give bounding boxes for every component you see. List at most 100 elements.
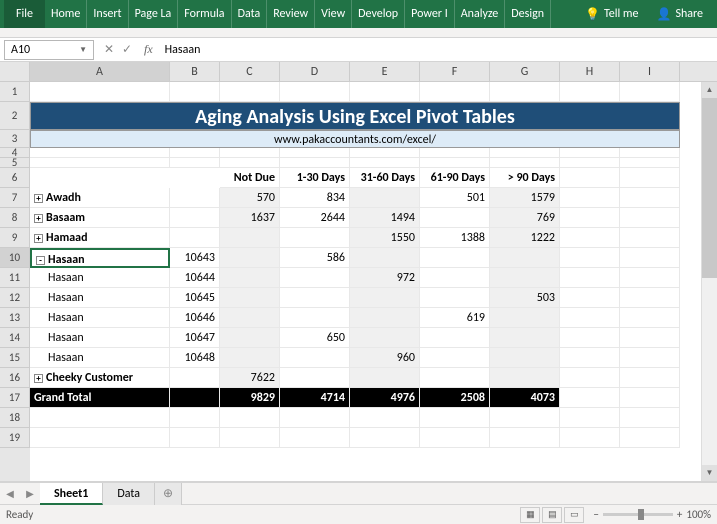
pivot-cell[interactable]: 2644 [280,208,350,228]
empty-cell[interactable] [490,148,560,158]
pivot-cell[interactable] [220,288,280,308]
pivot-cell[interactable] [490,368,560,388]
expand-icon[interactable]: + [34,374,43,383]
empty-cell[interactable] [280,148,350,158]
sheet-tab-sheet1[interactable]: Sheet1 [40,483,103,505]
sheet-nav-next-icon[interactable]: ▶ [20,487,40,500]
view-pagelayout-icon[interactable]: ▤ [542,507,562,523]
sheet-nav-prev-icon[interactable]: ◀ [0,487,20,500]
pivot-cell[interactable] [420,368,490,388]
empty-cell[interactable] [620,82,680,102]
pivot-cell[interactable]: 10643 [170,248,220,268]
zoom-slider[interactable] [603,513,673,516]
empty-cell[interactable] [560,388,620,408]
ribbon-tab-power[interactable]: Power I [405,0,455,28]
pivot-cell[interactable]: 1637 [220,208,280,228]
row-header-6[interactable]: 6 [0,168,30,188]
col-header-E[interactable]: E [350,62,420,81]
empty-cell[interactable] [420,158,490,168]
pivot-cell[interactable] [280,348,350,368]
pivot-row-label[interactable]: Hasaan [30,308,170,328]
share-button[interactable]: 👤 Share [646,7,713,22]
fx-icon[interactable]: fx [144,42,153,57]
pivot-cell[interactable] [420,248,490,268]
col-header-A[interactable]: A [30,62,170,81]
pivot-cell[interactable] [170,208,220,228]
col-header-C[interactable]: C [220,62,280,81]
expand-icon[interactable]: + [34,214,43,223]
pivot-cell[interactable] [490,348,560,368]
empty-cell[interactable] [620,348,680,368]
empty-cell[interactable] [220,408,280,428]
empty-cell[interactable] [170,148,220,158]
pivot-cell[interactable] [490,248,560,268]
view-normal-icon[interactable]: ▦ [520,507,540,523]
row-header-12[interactable]: 12 [0,288,30,308]
row-header-17[interactable]: 17 [0,388,30,408]
empty-cell[interactable] [620,288,680,308]
pivot-cell[interactable]: 1550 [350,228,420,248]
empty-cell[interactable] [620,408,680,428]
ribbon-tab-insert[interactable]: Insert [87,0,128,28]
expand-icon[interactable]: + [34,234,43,243]
empty-cell[interactable] [490,408,560,428]
empty-cell[interactable] [490,428,560,448]
ribbon-tab-view[interactable]: View [315,0,352,28]
cells-area[interactable]: Aging Analysis Using Excel Pivot Tablesw… [30,82,717,482]
empty-cell[interactable] [560,82,620,102]
col-header-F[interactable]: F [420,62,490,81]
vertical-scrollbar[interactable]: ▲ ▼ [701,82,717,481]
pivot-cell[interactable] [170,368,220,388]
empty-cell[interactable] [620,148,680,158]
chevron-down-icon[interactable]: ▼ [79,45,87,55]
pivot-cell[interactable]: 972 [350,268,420,288]
pivot-cell[interactable] [420,328,490,348]
sheet-tab-data[interactable]: Data [103,483,155,505]
empty-cell[interactable] [170,408,220,428]
empty-cell[interactable] [560,158,620,168]
empty-cell[interactable] [170,82,220,102]
empty-cell[interactable] [560,148,620,158]
pivot-cell[interactable]: 1388 [420,228,490,248]
pivot-cell[interactable]: 960 [350,348,420,368]
scroll-down-icon[interactable]: ▼ [702,465,717,481]
empty-cell[interactable] [560,288,620,308]
pivot-cell[interactable] [490,308,560,328]
col-header-D[interactable]: D [280,62,350,81]
pivot-cell[interactable] [350,248,420,268]
pivot-cell[interactable] [420,268,490,288]
add-sheet-button[interactable]: ⊕ [155,483,182,505]
pivot-cell[interactable]: 10647 [170,328,220,348]
cancel-icon[interactable]: ✕ [102,42,116,57]
empty-cell[interactable] [560,228,620,248]
empty-cell[interactable] [170,428,220,448]
empty-cell[interactable] [620,228,680,248]
col-header-H[interactable]: H [560,62,620,81]
col-header-G[interactable]: G [490,62,560,81]
view-pagebreak-icon[interactable]: ▭ [564,507,584,523]
empty-cell[interactable] [560,328,620,348]
empty-cell[interactable] [620,268,680,288]
pivot-row-label[interactable]: +Basaam [30,208,170,228]
pivot-cell[interactable]: 10648 [170,348,220,368]
empty-cell[interactable] [560,428,620,448]
pivot-row-label[interactable]: +Awadh [30,188,170,208]
pivot-cell[interactable] [350,328,420,348]
row-header-11[interactable]: 11 [0,268,30,288]
pivot-cell[interactable]: 769 [490,208,560,228]
empty-cell[interactable] [420,408,490,428]
pivot-cell[interactable]: 586 [280,248,350,268]
pivot-cell[interactable]: 7622 [220,368,280,388]
ribbon-tab-developer[interactable]: Develop [352,0,405,28]
pivot-cell[interactable]: 1494 [350,208,420,228]
row-header-8[interactable]: 8 [0,208,30,228]
zoom-out-button[interactable]: − [593,508,598,521]
row-header-9[interactable]: 9 [0,228,30,248]
scroll-thumb[interactable] [702,98,717,278]
empty-cell[interactable] [620,388,680,408]
name-box[interactable]: A10 ▼ [4,40,94,60]
pivot-cell[interactable]: 834 [280,188,350,208]
ribbon-tab-design[interactable]: Design [505,0,551,28]
empty-cell[interactable] [280,428,350,448]
ribbon-tab-data[interactable]: Data [232,0,268,28]
